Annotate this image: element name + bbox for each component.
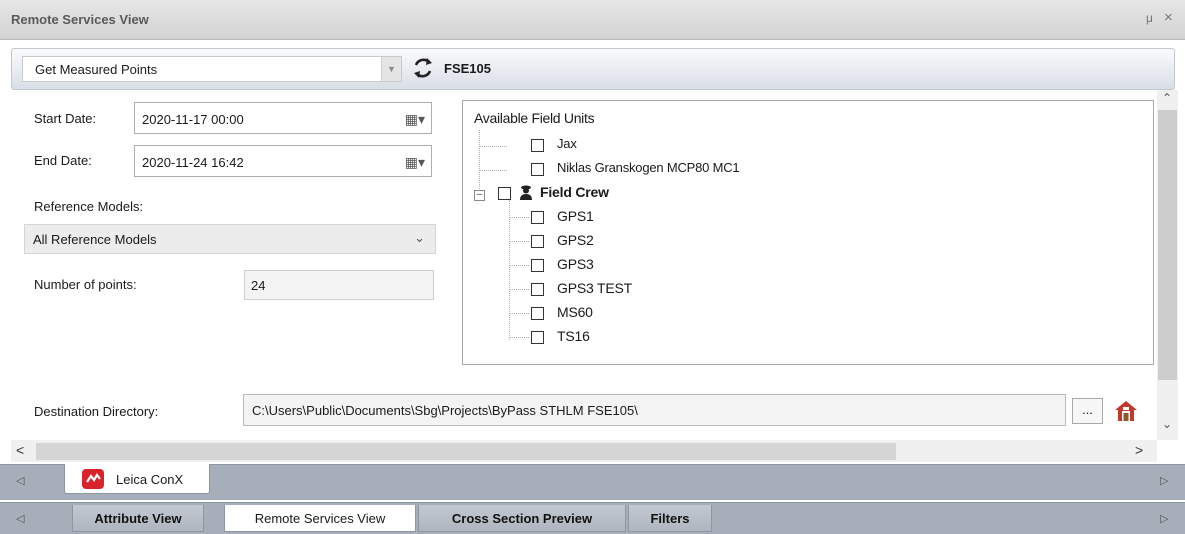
- tree-connector: [509, 241, 529, 242]
- scroll-right-icon[interactable]: >: [1135, 442, 1143, 458]
- tab-remote-services-view[interactable]: Remote Services View: [224, 505, 416, 532]
- tab-filters[interactable]: Filters: [628, 505, 712, 532]
- tab-label[interactable]: Leica ConX: [116, 472, 183, 487]
- scroll-left-icon[interactable]: <: [16, 442, 24, 458]
- tree-item-checkbox[interactable]: [531, 235, 544, 248]
- tree-item-checkbox[interactable]: [531, 307, 544, 320]
- end-date-value: 2020-11-24 16:42: [142, 155, 244, 170]
- leica-conx-icon: [82, 469, 104, 489]
- query-select-value: Get Measured Points: [35, 62, 158, 77]
- tree-connector: [509, 217, 529, 218]
- tab-attribute-view[interactable]: Attribute View: [72, 505, 204, 532]
- tree-item-checkbox[interactable]: [531, 139, 544, 152]
- tree-connector: [509, 337, 529, 338]
- end-date-label: End Date:: [34, 153, 92, 168]
- number-of-points-value: 24: [251, 278, 266, 293]
- tree-item-label: GPS2: [557, 232, 594, 248]
- number-of-points-label: Number of points:: [34, 277, 137, 292]
- tab-scroll-left-icon[interactable]: ◁: [16, 512, 24, 525]
- start-date-label: Start Date:: [34, 111, 97, 126]
- collapse-icon[interactable]: –: [474, 190, 485, 201]
- calendar-icon[interactable]: ▦▾: [405, 111, 425, 128]
- reference-models-value: All Reference Models: [33, 232, 157, 247]
- tree-item-label: Jax: [557, 136, 577, 151]
- tree-item-label: Niklas Granskogen MCP80 MC1: [557, 160, 740, 175]
- reference-models-label: Reference Models:: [34, 199, 144, 214]
- tree-item-label: TS16: [557, 328, 590, 344]
- calendar-icon[interactable]: ▦▾: [405, 154, 425, 171]
- horizontal-scroll-thumb[interactable]: [36, 443, 896, 460]
- chevron-down-icon[interactable]: ⌄: [414, 230, 425, 246]
- pin-icon[interactable]: μ: [1146, 11, 1153, 25]
- tree-item-checkbox[interactable]: [531, 211, 544, 224]
- browse-button[interactable]: ...: [1072, 398, 1103, 424]
- tree-connector: [509, 200, 510, 340]
- tree-connector: [479, 130, 480, 195]
- vertical-scroll-thumb[interactable]: [1158, 110, 1177, 380]
- tree-connector: [509, 289, 529, 290]
- home-icon[interactable]: [1113, 398, 1139, 424]
- device-label: FSE105: [444, 61, 491, 76]
- tree-heading: Available Field Units: [474, 110, 595, 126]
- query-select[interactable]: Get Measured Points ▼: [22, 56, 402, 82]
- start-date-value: 2020-11-17 00:00: [142, 112, 244, 127]
- scroll-down-icon[interactable]: ⌄: [1162, 417, 1172, 431]
- tree-connector: [509, 265, 529, 266]
- destination-label: Destination Directory:: [34, 404, 159, 419]
- tree-item-label: GPS3: [557, 256, 594, 272]
- tree-item-label: GPS3 TEST: [557, 280, 632, 296]
- chevron-down-icon[interactable]: ▼: [381, 57, 401, 81]
- close-icon[interactable]: ×: [1164, 9, 1173, 26]
- tab-scroll-left-icon[interactable]: ◁: [16, 474, 24, 487]
- refresh-icon[interactable]: [410, 55, 436, 81]
- tree-item-checkbox[interactable]: [531, 163, 544, 176]
- tree-item-checkbox[interactable]: [531, 331, 544, 344]
- number-of-points-field: 24: [244, 270, 434, 300]
- tree-item-label: GPS1: [557, 208, 594, 224]
- tab-scroll-right-icon[interactable]: ▷: [1160, 474, 1168, 487]
- scroll-up-icon[interactable]: ⌃: [1162, 91, 1172, 105]
- field-crew-icon: [520, 185, 532, 200]
- panel-title: Remote Services View: [11, 12, 149, 27]
- tree-connector: [479, 146, 507, 147]
- tree-item-checkbox[interactable]: [531, 283, 544, 296]
- destination-field[interactable]: C:\Users\Public\Documents\Sbg\Projects\B…: [243, 394, 1066, 426]
- destination-value: C:\Users\Public\Documents\Sbg\Projects\B…: [252, 403, 638, 418]
- tree-connector: [479, 170, 507, 171]
- group-checkbox[interactable]: [498, 187, 511, 200]
- reference-models-select[interactable]: All Reference Models ⌄: [24, 224, 436, 254]
- tab-scroll-right-icon[interactable]: ▷: [1160, 512, 1168, 525]
- tree-item-checkbox[interactable]: [531, 259, 544, 272]
- tree-connector: [509, 313, 529, 314]
- panel-titlebar: [0, 0, 1185, 40]
- tree-item-label: MS60: [557, 304, 593, 320]
- start-date-field[interactable]: 2020-11-17 00:00 ▦▾: [134, 102, 432, 134]
- end-date-field[interactable]: 2020-11-24 16:42 ▦▾: [134, 145, 432, 177]
- group-label: Field Crew: [540, 184, 609, 200]
- tab-cross-section-preview[interactable]: Cross Section Preview: [418, 505, 626, 532]
